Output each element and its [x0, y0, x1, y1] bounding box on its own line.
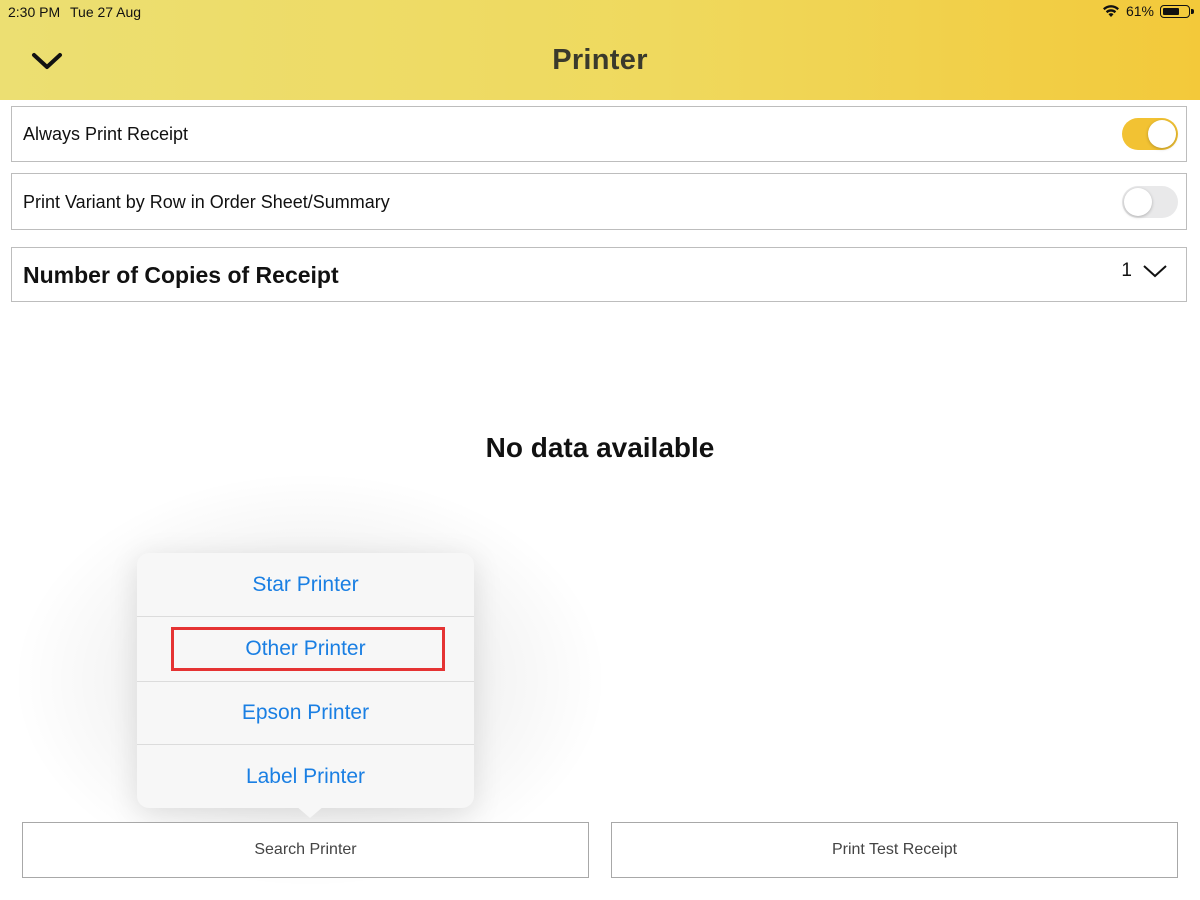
always-print-receipt-row: Always Print Receipt [11, 106, 1187, 162]
print-variant-label: Print Variant by Row in Order Sheet/Summ… [23, 192, 390, 212]
search-printer-button[interactable]: Search Printer [22, 822, 589, 878]
popover-arrow [296, 806, 324, 818]
status-date: Tue 27 Aug [70, 4, 142, 20]
print-test-receipt-button[interactable]: Print Test Receipt [611, 822, 1178, 878]
status-indicators: 61% [1102, 3, 1194, 19]
copies-row: Number of Copies of Receipt 1 [11, 247, 1187, 302]
status-bar: 2:30 PM Tue 27 Aug 61% [0, 0, 1200, 24]
always-print-receipt-label: Always Print Receipt [23, 124, 189, 144]
chevron-down-icon [1143, 265, 1167, 278]
copies-label: Number of Copies of Receipt [23, 262, 339, 288]
wifi-icon [1102, 5, 1119, 17]
copies-value: 1 [1121, 260, 1132, 281]
status-time: 2:30 PM [8, 4, 61, 20]
menu-item-epson-printer[interactable]: Epson Printer [137, 681, 474, 744]
empty-state-message: No data available [485, 432, 715, 463]
print-variant-row: Print Variant by Row in Order Sheet/Summ… [11, 173, 1187, 230]
printer-type-menu: Star Printer Other Printer Epson Printer… [137, 553, 474, 818]
battery-icon [1160, 4, 1194, 18]
always-print-receipt-toggle[interactable] [1122, 118, 1178, 150]
header-bar: 2:30 PM Tue 27 Aug 61% Printer [0, 0, 1200, 100]
menu-item-label-printer[interactable]: Label Printer [137, 745, 474, 808]
menu-item-other-printer[interactable]: Other Printer [137, 617, 474, 680]
copies-dropdown[interactable]: 1 [1121, 260, 1168, 282]
print-variant-toggle[interactable] [1122, 186, 1178, 218]
menu-item-star-printer[interactable]: Star Printer [137, 553, 474, 616]
page-title: Printer [552, 44, 648, 76]
battery-percent: 61% [1125, 3, 1154, 19]
